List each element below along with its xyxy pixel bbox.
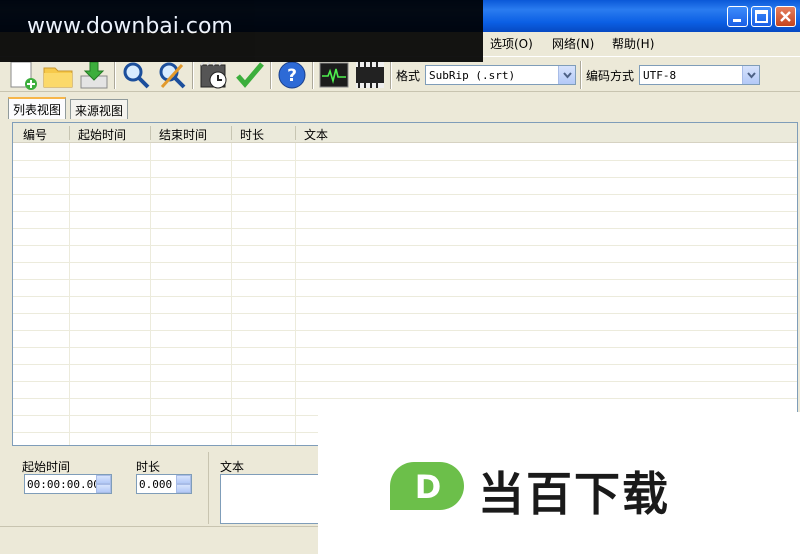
subtitle-table[interactable]: 编号 起始时间 结束时间 时长 文本 (12, 122, 798, 446)
check-icon (236, 62, 264, 88)
table-row[interactable] (13, 279, 797, 280)
find-replace-icon (159, 62, 186, 89)
replace-button[interactable] (156, 59, 188, 91)
format-select[interactable]: SubRip (.srt) (425, 65, 576, 85)
spin-down-icon[interactable] (96, 484, 111, 493)
watermark-url: www.downbai.com (27, 14, 233, 39)
tab-label: 列表视图 (13, 103, 62, 117)
table-column-line (69, 143, 70, 445)
table-row[interactable] (13, 245, 797, 246)
column-divider[interactable] (69, 126, 70, 140)
toolbar-separator (270, 61, 272, 89)
save-download-icon (80, 61, 108, 89)
toolbar-separator (312, 61, 314, 89)
new-file-icon (10, 61, 37, 90)
tab-source-view[interactable]: 来源视图 (70, 99, 129, 119)
maximize-icon (755, 10, 768, 23)
toolbar-separator (390, 61, 392, 89)
table-column-line (295, 143, 296, 445)
encoding-label: 编码方式 (586, 69, 635, 83)
duration-input[interactable]: 0.000 (136, 474, 192, 494)
watermark-banner: www.downbai.com (0, 0, 483, 62)
chevron-down-icon (558, 66, 575, 84)
spin-down-icon[interactable] (176, 484, 191, 493)
duration-value: 0.000 (139, 478, 173, 491)
table-row[interactable] (13, 211, 797, 212)
column-header-end[interactable]: 结束时间 (159, 126, 207, 143)
table-header: 编号 起始时间 结束时间 时长 文本 (13, 123, 797, 143)
column-divider[interactable] (295, 126, 296, 140)
table-row[interactable] (13, 177, 797, 178)
editor-divider (208, 452, 209, 524)
table-column-line (150, 143, 151, 445)
help-icon: ? (278, 61, 306, 89)
new-button[interactable] (6, 59, 38, 91)
text-label: 文本 (220, 460, 245, 474)
minimize-button[interactable] (727, 6, 748, 27)
column-divider[interactable] (231, 126, 232, 140)
table-row[interactable] (13, 228, 797, 229)
maximize-button[interactable] (751, 6, 772, 27)
watermark-badge-icon: D (390, 462, 464, 510)
column-header-text[interactable]: 文本 (304, 126, 328, 143)
help-button[interactable]: ? (276, 59, 308, 91)
table-row[interactable] (13, 347, 797, 348)
table-row[interactable] (13, 330, 797, 331)
spin-up-icon[interactable] (176, 475, 191, 484)
table-row[interactable] (13, 364, 797, 365)
video-button[interactable] (354, 59, 386, 91)
video-icon (356, 62, 384, 88)
check-button[interactable] (234, 59, 266, 91)
encoding-value: UTF-8 (643, 69, 677, 82)
table-row[interactable] (13, 381, 797, 382)
encoding-select[interactable]: UTF-8 (639, 65, 760, 85)
timing-icon (200, 60, 227, 89)
open-button[interactable] (42, 59, 74, 91)
toolbar-separator (580, 61, 582, 89)
minimize-icon (733, 19, 741, 22)
app-window: 选项(O) 网络(N) 帮助(H) ? 格式 SubRip (.srt) 编码方… (0, 0, 800, 554)
format-label: 格式 (396, 69, 421, 83)
close-icon (780, 11, 791, 22)
svg-text:?: ? (287, 66, 297, 86)
start-time-value: 00:00:00.000 (27, 478, 107, 491)
menu-help[interactable]: 帮助(H) (612, 35, 654, 52)
table-row[interactable] (13, 262, 797, 263)
duration-label: 时长 (136, 460, 161, 474)
watermark-badge-letter: D (415, 468, 442, 506)
start-time-label: 起始时间 (22, 460, 71, 474)
toolbar-separator (114, 61, 116, 89)
find-icon (123, 62, 150, 89)
find-button[interactable] (120, 59, 152, 91)
table-row[interactable] (13, 296, 797, 297)
start-time-input[interactable]: 00:00:00.000 (24, 474, 112, 494)
spin-up-icon[interactable] (96, 475, 111, 484)
open-folder-icon (43, 67, 73, 88)
table-column-line (231, 143, 232, 445)
chevron-down-icon (742, 66, 759, 84)
menu-options[interactable]: 选项(O) (490, 35, 533, 52)
column-header-number[interactable]: 编号 (23, 126, 47, 143)
toolbar-separator (192, 61, 194, 89)
timing-button[interactable] (198, 59, 230, 91)
waveform-icon (319, 62, 349, 88)
table-row[interactable] (13, 398, 797, 399)
column-header-duration[interactable]: 时长 (240, 126, 264, 143)
column-divider[interactable] (150, 126, 151, 140)
table-row[interactable] (13, 313, 797, 314)
column-header-start[interactable]: 起始时间 (78, 126, 126, 143)
watermark-logo: D 当百下载 (318, 412, 800, 554)
tab-label: 来源视图 (75, 104, 124, 118)
table-row[interactable] (13, 160, 797, 161)
menu-network[interactable]: 网络(N) (552, 35, 594, 52)
save-button[interactable] (78, 59, 110, 91)
watermark-brand: 当百下载 (478, 467, 670, 521)
waveform-button[interactable] (318, 59, 350, 91)
tab-list-view[interactable]: 列表视图 (8, 97, 67, 119)
format-value: SubRip (.srt) (429, 69, 516, 82)
table-row[interactable] (13, 194, 797, 195)
close-button[interactable] (775, 6, 796, 27)
